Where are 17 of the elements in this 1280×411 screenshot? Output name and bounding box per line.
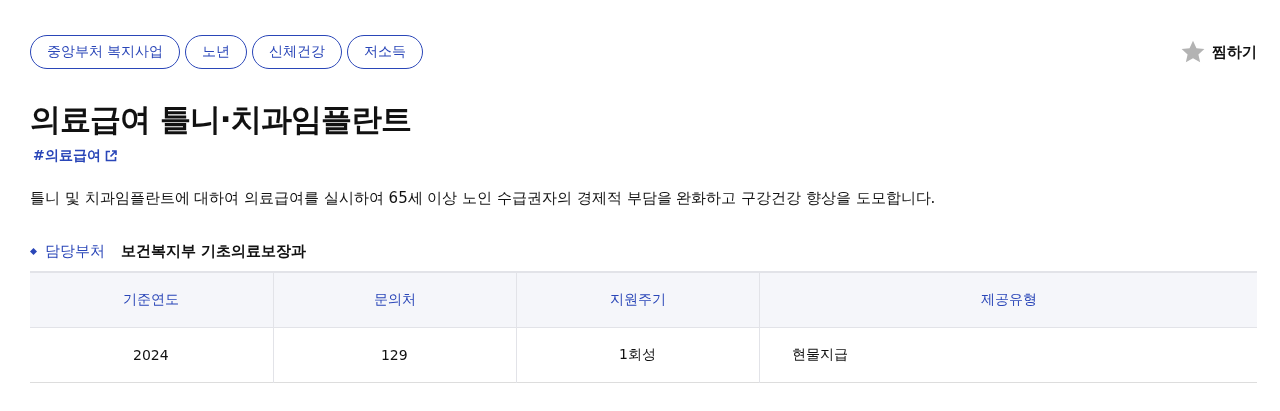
external-link-icon [104,150,117,162]
table-cell: 현물지급 [759,327,1257,383]
diamond-bullet-icon [30,248,37,255]
column-header: 지원주기 [516,272,760,328]
star-icon [1180,39,1206,65]
hashtag-link[interactable]: #의료급여 [33,147,117,165]
table-cell: 2024 [30,327,274,383]
description-text: 틀니 및 치과임플란트에 대하여 의료급여를 실시하여 65세 이상 노인 수급권자의 경제적 부담을 완화하고 구강건강 향상을 도모합니다. [30,189,937,208]
column-header: 제공유형 [759,272,1257,328]
table-cell: 129 [273,327,517,383]
column-header: 문의처 [273,272,517,328]
table-cell: 1회성 [516,327,760,383]
page-title: 의료급여 틀니·치과임플란트 [30,100,412,139]
department-label: 담당부처 [45,242,105,261]
column-header: 기준연도 [30,272,274,328]
department-value: 보건복지부 기초의료보장과 [121,242,307,261]
favorite-button[interactable]: 찜하기 [1180,39,1257,65]
